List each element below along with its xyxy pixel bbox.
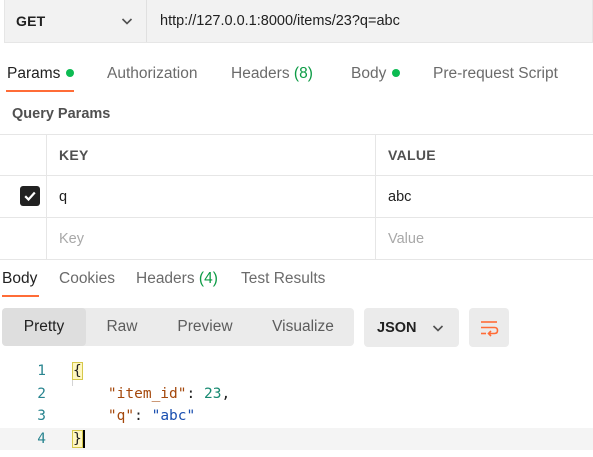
header-checkbox-cell xyxy=(0,135,47,175)
json-key: "q" xyxy=(107,408,135,424)
param-enabled-checkbox[interactable] xyxy=(20,186,40,206)
column-header-value-label: VALUE xyxy=(388,147,436,163)
tab-prerequest-script[interactable]: Pre-request Script xyxy=(433,65,558,83)
param-key: q xyxy=(59,188,68,205)
tab-headers-label: Headers xyxy=(231,65,290,82)
language-label: JSON xyxy=(377,319,417,336)
new-value-input[interactable]: Value xyxy=(376,218,593,259)
chevron-down-icon xyxy=(432,325,444,332)
response-headers-count: (4) xyxy=(198,270,218,287)
close-brace: } xyxy=(72,429,83,448)
code-text: } xyxy=(72,428,85,451)
view-mode-segmented-control: Pretty Raw Preview Visualize xyxy=(2,308,354,346)
table-row: q abc xyxy=(0,176,593,218)
view-visualize-button[interactable]: Visualize xyxy=(252,308,354,346)
json-string-value: "abc" xyxy=(151,408,196,424)
checkbox-cell xyxy=(0,218,47,259)
tab-response-body[interactable]: Body xyxy=(2,270,37,288)
json-number-value: 23 xyxy=(203,385,222,402)
view-pretty-button[interactable]: Pretty xyxy=(2,308,86,346)
param-value: abc xyxy=(388,188,412,205)
tab-response-headers[interactable]: Headers (4) xyxy=(136,270,218,288)
key-placeholder: Key xyxy=(59,230,84,247)
params-table: KEY VALUE q abc Key Value xyxy=(0,134,593,260)
tab-response-headers-label: Headers xyxy=(136,270,195,287)
table-header-row: KEY VALUE xyxy=(0,134,593,176)
tab-body[interactable]: Body xyxy=(351,65,401,83)
url-input[interactable]: http://127.0.0.1:8000/items/23?q=abc xyxy=(147,0,592,42)
language-selector[interactable]: JSON xyxy=(364,308,459,347)
method-label: GET xyxy=(16,13,46,29)
method-selector[interactable]: GET xyxy=(5,0,147,42)
request-tabs: Params Authorization Headers (8) Body Pr… xyxy=(0,55,593,95)
checkmark-icon xyxy=(24,191,36,202)
chevron-down-icon xyxy=(121,18,133,25)
code-text: { xyxy=(72,360,83,383)
value-placeholder: Value xyxy=(388,230,425,247)
tab-body-label: Body xyxy=(351,65,387,82)
headers-count: (8) xyxy=(293,65,313,82)
line-number: 3 xyxy=(37,408,46,424)
column-header-key-label: KEY xyxy=(59,147,89,163)
wrap-lines-button[interactable] xyxy=(469,308,509,347)
active-tab-indicator xyxy=(6,90,74,92)
code-text: "item_id": 23, xyxy=(107,385,231,402)
tab-params[interactable]: Params xyxy=(7,65,75,83)
tab-test-results[interactable]: Test Results xyxy=(241,270,325,288)
new-key-input[interactable]: Key xyxy=(47,218,376,259)
query-params-title: Query Params xyxy=(12,106,111,122)
open-brace: { xyxy=(72,362,83,380)
line-number: 4 xyxy=(37,430,46,447)
code-text: "q": "abc" xyxy=(107,408,196,424)
tab-authorization[interactable]: Authorization xyxy=(107,65,197,83)
checkbox-cell xyxy=(0,176,47,217)
tab-headers[interactable]: Headers (8) xyxy=(231,65,313,83)
code-line-current: 4 } xyxy=(0,427,593,451)
line-number: 1 xyxy=(37,363,46,379)
tab-params-label: Params xyxy=(7,65,61,82)
json-key: "item_id" xyxy=(107,385,187,402)
request-bar: GET http://127.0.0.1:8000/items/23?q=abc xyxy=(4,0,593,43)
column-header-value: VALUE xyxy=(376,135,593,175)
view-preview-button[interactable]: Preview xyxy=(158,308,252,346)
table-row-empty: Key Value xyxy=(0,218,593,260)
code-line: 1 { xyxy=(0,360,593,383)
param-value-cell[interactable]: abc xyxy=(376,176,593,217)
active-tab-indicator xyxy=(2,295,39,297)
code-line: 3 "q": "abc" xyxy=(0,405,593,428)
response-tabs: Body Cookies Headers (4) Test Results xyxy=(0,260,593,300)
column-header-key: KEY xyxy=(47,135,376,175)
view-raw-button[interactable]: Raw xyxy=(86,308,158,346)
code-line: 2 "item_id": 23, xyxy=(0,383,593,406)
tab-cookies[interactable]: Cookies xyxy=(59,270,115,288)
wrap-lines-icon xyxy=(481,320,499,337)
line-number: 2 xyxy=(37,385,46,402)
text-cursor xyxy=(82,429,85,448)
status-dot xyxy=(66,68,75,77)
param-key-cell[interactable]: q xyxy=(47,176,376,217)
response-code-viewer[interactable]: 1 { 2 "item_id": 23, 3 "q": "abc" 4 } xyxy=(0,360,593,450)
status-dot xyxy=(392,68,401,77)
